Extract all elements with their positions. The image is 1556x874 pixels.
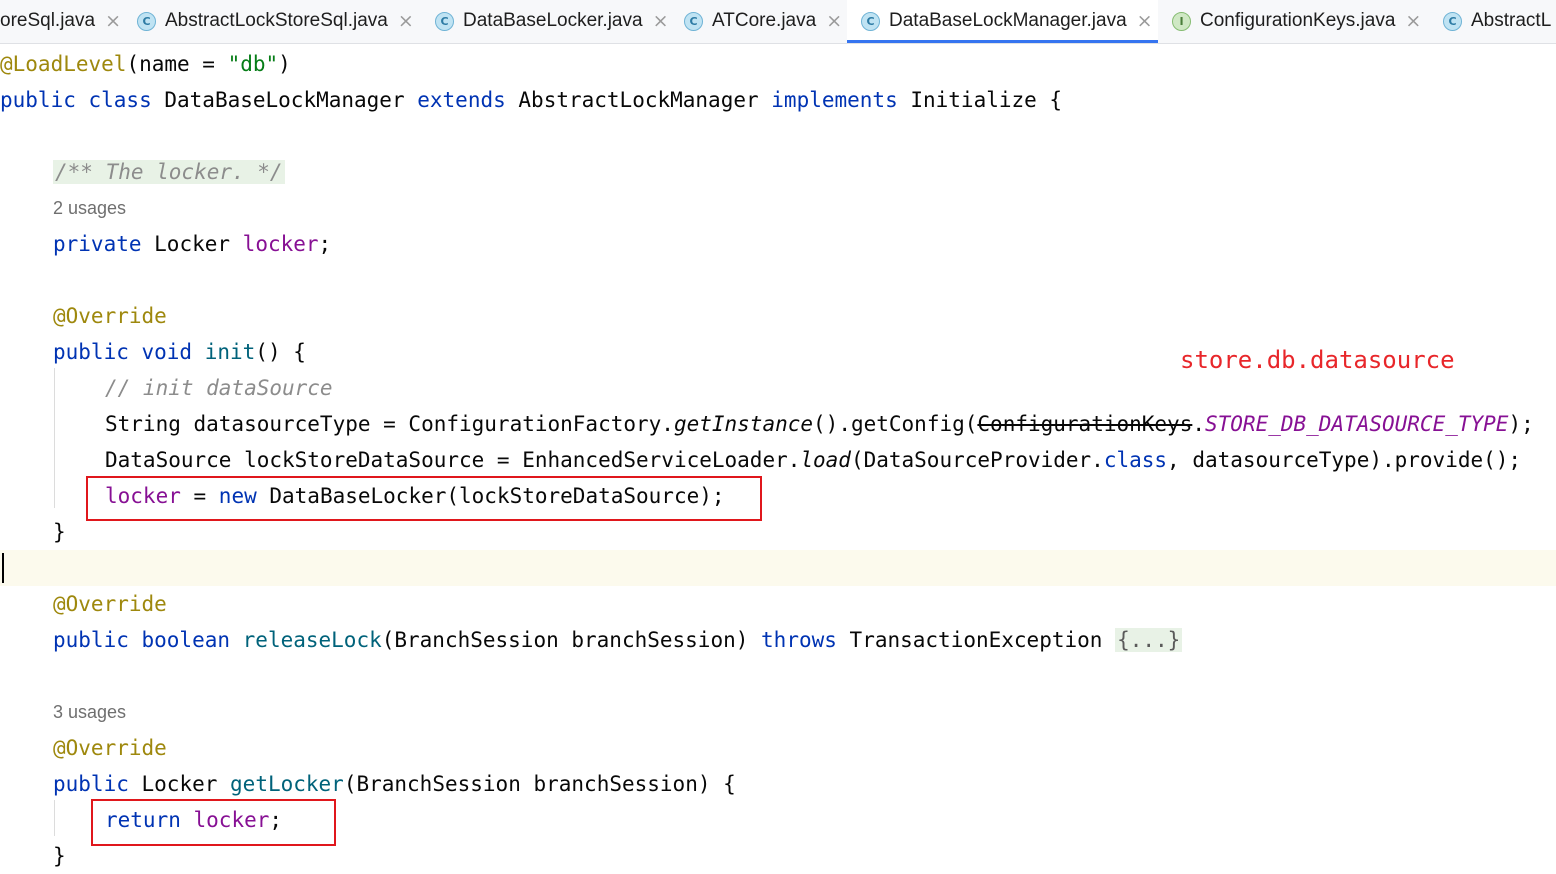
tab-configuration-keys[interactable]: I ConfigurationKeys.java ×	[1172, 0, 1421, 42]
class-icon: C	[684, 11, 703, 31]
class-icon: C	[861, 11, 880, 31]
highlight-box-return-locker	[91, 799, 336, 846]
tab-label: oreSql.java	[0, 10, 96, 31]
tab-atcore[interactable]: C ATCore.java ×	[684, 0, 842, 42]
code-line: // init dataSource	[105, 376, 333, 400]
close-icon[interactable]: ×	[826, 10, 842, 32]
tab-abstract-lock-store-sql[interactable]: C AbstractLockStoreSql.java ×	[137, 0, 414, 42]
tab-label: DataBaseLockManager.java	[889, 10, 1127, 31]
code-line: public Locker getLocker(BranchSession br…	[53, 772, 736, 796]
close-icon[interactable]: ×	[1137, 10, 1153, 32]
tab-database-lock-manager[interactable]: C DataBaseLockManager.java ×	[847, 0, 1158, 43]
highlight-box-locker-assignment	[86, 476, 762, 521]
class-icon: C	[1443, 11, 1462, 31]
code-line: /** The locker. */	[53, 160, 285, 184]
code-line: public boolean releaseLock(BranchSession…	[53, 628, 1183, 652]
annotation-note: store.db.datasource	[1180, 346, 1455, 374]
code-line: private Locker locker;	[53, 232, 332, 256]
close-icon[interactable]: ×	[105, 10, 121, 32]
interface-icon: I	[1172, 11, 1191, 31]
code-line: String datasourceType = ConfigurationFac…	[105, 412, 1534, 436]
code-line: @Override	[53, 304, 167, 328]
tab-label: ConfigurationKeys.java	[1200, 10, 1396, 31]
code-line: }	[53, 844, 66, 868]
class-icon: C	[435, 11, 454, 31]
indent-guide	[54, 800, 55, 836]
usages-hint[interactable]: 3 usages	[53, 697, 126, 727]
code-line: }	[53, 520, 66, 544]
code-editor[interactable]: @LoadLevel(name = "db") public class Dat…	[0, 43, 1556, 868]
tab-storesql[interactable]: oreSql.java ×	[0, 0, 121, 42]
text-caret	[2, 553, 4, 583]
current-line-highlight	[0, 550, 1556, 586]
tab-abstract-l[interactable]: C AbstractL	[1443, 0, 1551, 42]
tab-database-locker[interactable]: C DataBaseLocker.java ×	[435, 0, 668, 42]
close-icon[interactable]: ×	[1405, 10, 1421, 32]
tab-label: ATCore.java	[712, 10, 817, 31]
class-icon: C	[137, 11, 156, 31]
tab-label: AbstractL	[1471, 10, 1552, 31]
editor-tab-bar: oreSql.java × C AbstractLockStoreSql.jav…	[0, 0, 1556, 44]
folded-code-block[interactable]: {...}	[1115, 628, 1183, 652]
usages-hint[interactable]: 2 usages	[53, 193, 126, 223]
tab-label: DataBaseLocker.java	[463, 10, 643, 31]
indent-guide	[54, 368, 55, 508]
code-line: @Override	[53, 736, 167, 760]
code-line: @Override	[53, 592, 167, 616]
code-line: @LoadLevel(name = "db")	[0, 52, 291, 76]
close-icon[interactable]: ×	[653, 10, 669, 32]
tab-label: AbstractLockStoreSql.java	[165, 10, 388, 31]
code-line: DataSource lockStoreDataSource = Enhance…	[105, 448, 1522, 472]
close-icon[interactable]: ×	[398, 10, 414, 32]
code-line: public class DataBaseLockManager extends…	[0, 88, 1063, 112]
code-line: public void init() {	[53, 340, 306, 364]
